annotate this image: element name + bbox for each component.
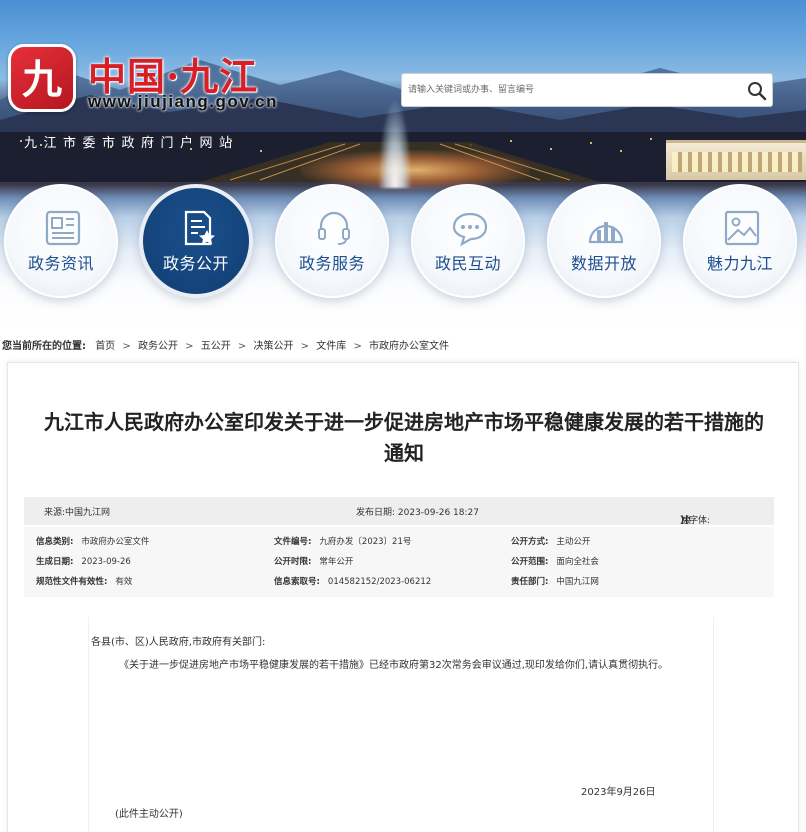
breadcrumb-separator: >	[353, 341, 362, 352]
document-note: (此件主动公开)	[115, 809, 183, 820]
info-validity: 规范性文件有效性: 有效	[36, 577, 133, 587]
breadcrumb-separator: >	[122, 341, 131, 352]
logo-badge-icon: 九	[8, 44, 76, 112]
breadcrumb-label: 您当前所在的位置:	[2, 341, 86, 352]
breadcrumb-link[interactable]: 五公开	[201, 341, 231, 352]
info-created-date: 生成日期: 2023-09-26	[36, 557, 131, 567]
breadcrumb-link[interactable]: 决策公开	[253, 341, 293, 352]
info-category: 信息类别: 市政府办公室文件	[36, 537, 150, 547]
chat-icon	[452, 212, 488, 247]
building-windows	[672, 152, 802, 172]
news-icon	[45, 210, 81, 246]
nav-item-gov-open[interactable]: 政务公开	[139, 184, 253, 298]
site-logo[interactable]: 九 中国·九江 www.jiujiang.gov.cn 九江市委市政府门户网站	[4, 44, 304, 151]
nav-item-news[interactable]: 政务资讯	[4, 184, 118, 298]
bar-chart-icon	[588, 222, 624, 244]
breadcrumb-separator: >	[185, 341, 194, 352]
document-star-icon	[184, 210, 215, 246]
document-paragraph: 《关于进一步促进房地产市场平稳健康发展的若干措施》已经市政府第32次常务会审议通…	[119, 660, 669, 671]
site-url: www.jiujiang.gov.cn	[88, 92, 279, 111]
article-publish-date: 发布日期: 2023-09-26 18:27	[356, 508, 479, 518]
breadcrumb-home-link[interactable]: 首页	[95, 341, 115, 352]
site-subtitle: 九江市委市政府门户网站	[24, 136, 239, 151]
headset-icon	[318, 211, 350, 245]
document-info-table: 信息类别: 市政府办公室文件 文件编号: 九府办发〔2023〕21号 公开方式: 主动…	[24, 527, 774, 597]
nav-label: 数据开放	[570, 254, 637, 273]
nav-item-charm[interactable]: 魅力九江	[683, 184, 797, 298]
info-doc-number: 文件编号: 九府办发〔2023〕21号	[274, 537, 412, 547]
nav-label: 政务公开	[162, 254, 229, 273]
nav-label: 政务资讯	[27, 254, 94, 273]
article-meta-bar: 来源:中国九江网 发布日期: 2023-09-26 18:27 【字体: 大 中…	[24, 497, 774, 526]
breadcrumb-link[interactable]: 市政府办公室文件	[369, 341, 449, 352]
document-salutation: 各县(市、区)人民政府,市政府有关部门:	[91, 637, 266, 648]
nav-label: 政务服务	[298, 254, 365, 273]
document-date: 2023年9月26日	[581, 787, 656, 798]
article-source: 来源:中国九江网	[44, 508, 111, 518]
image-icon	[724, 210, 760, 246]
document-body: 各县(市、区)人民政府,市政府有关部门: 《关于进一步促进房地产市场平稳健康发展…	[88, 617, 714, 832]
breadcrumb-separator: >	[237, 341, 247, 352]
article-title: 九江市人民政府办公室印发关于进一步促进房地产市场平稳健康发展的若干措施的通知	[44, 410, 764, 465]
nav-item-open-data[interactable]: 数据开放	[547, 184, 661, 298]
font-size-close: 】	[680, 516, 690, 526]
breadcrumb: 您当前所在的位置: 首页 > 政务公开 > 五公开 > 决策公开 > 文件库 >…	[2, 337, 449, 352]
fountain	[378, 98, 412, 188]
breadcrumb-link[interactable]: 政务公开	[138, 341, 178, 352]
info-department: 责任部门: 中国九江网	[511, 577, 599, 587]
article-card: 九江市人民政府办公室印发关于进一步促进房地产市场平稳健康发展的若干措施的通知 来…	[7, 362, 799, 832]
search-box	[401, 73, 773, 107]
nav-label: 魅力九江	[706, 254, 773, 273]
nav-item-gov-service[interactable]: 政务服务	[275, 184, 389, 298]
info-open-mode: 公开方式: 主动公开	[511, 537, 591, 547]
info-open-scope: 公开范围: 面向全社会	[511, 557, 599, 567]
info-index-number: 信息索取号: 014582152/2023-06212	[274, 577, 432, 587]
breadcrumb-separator: >	[300, 341, 310, 352]
search-input[interactable]	[402, 74, 738, 106]
info-open-time: 公开时限: 常年公开	[274, 557, 354, 567]
nav-item-interaction[interactable]: 政民互动	[411, 184, 525, 298]
nav-label: 政民互动	[434, 254, 501, 273]
search-icon[interactable]	[746, 80, 768, 102]
breadcrumb-link[interactable]: 文件库	[316, 341, 346, 352]
